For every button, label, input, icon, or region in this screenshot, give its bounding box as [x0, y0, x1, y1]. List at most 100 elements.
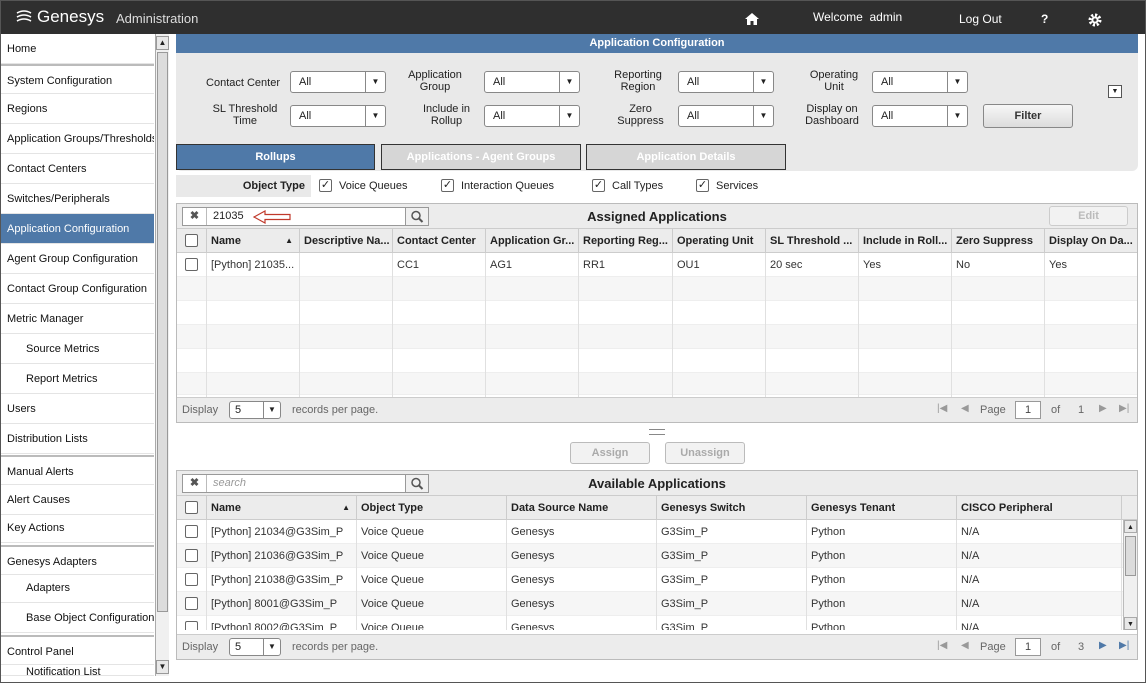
select-all-checkbox[interactable] — [177, 229, 207, 253]
logout-link[interactable]: Log Out — [959, 12, 1002, 26]
checkbox-icon[interactable] — [185, 501, 198, 514]
clear-search-icon[interactable]: ✖ — [183, 475, 207, 492]
checkbox-icon[interactable] — [185, 234, 198, 247]
records-per-page-select[interactable]: 5 ▼ — [229, 401, 281, 419]
column-header-data-source[interactable]: Data Source Name — [507, 496, 657, 520]
tab-applications-agent-groups[interactable]: Applications - Agent Groups — [381, 144, 581, 170]
sidebar-item-adapters[interactable]: Adapters — [1, 573, 154, 603]
unassign-button[interactable]: Unassign — [665, 442, 745, 464]
previous-page-icon[interactable]: ◀ — [961, 640, 969, 651]
clear-search-icon[interactable]: ✖ — [183, 208, 207, 225]
sidebar-item-contact-group-configuration[interactable]: Contact Group Configuration — [1, 274, 154, 304]
gear-icon[interactable] — [1087, 12, 1103, 28]
page-number-input[interactable]: 1 — [1015, 638, 1041, 656]
checkbox-icon[interactable] — [185, 525, 198, 538]
scroll-down-icon[interactable]: ▼ — [156, 660, 169, 674]
operating-unit-select[interactable]: All ▼ — [872, 71, 968, 93]
sidebar-item-system-configuration[interactable]: System Configuration — [1, 64, 154, 94]
scroll-up-icon[interactable]: ▲ — [1124, 520, 1137, 533]
checkbox-checked-icon[interactable]: ✓ — [319, 179, 332, 192]
column-header-sl-threshold[interactable]: SL Threshold ... — [766, 229, 859, 253]
table-row[interactable]: [Python] 8002@G3Sim_P Voice Queue Genesy… — [177, 616, 1137, 630]
column-header-name[interactable]: Name ▲ — [207, 496, 357, 520]
records-per-page-select[interactable]: 5 ▼ — [229, 638, 281, 656]
checkbox-checked-icon[interactable]: ✓ — [441, 179, 454, 192]
sidebar-item-contact-centers[interactable]: Contact Centers — [1, 154, 154, 184]
column-header-include-rollup[interactable]: Include in Roll... — [859, 229, 952, 253]
next-page-icon[interactable]: ▶ — [1099, 640, 1107, 651]
first-page-icon[interactable]: |◀ — [937, 403, 947, 414]
sidebar-item-notification-list[interactable]: Notification List — [1, 661, 154, 676]
checkbox-icon[interactable] — [185, 597, 198, 610]
row-checkbox[interactable] — [177, 253, 207, 277]
column-header-contact-center[interactable]: Contact Center — [393, 229, 486, 253]
sidebar-item-home[interactable]: Home — [1, 34, 154, 64]
assigned-search-input[interactable]: ✖ 21035 — [182, 207, 429, 226]
row-checkbox[interactable] — [177, 592, 207, 616]
column-header-name[interactable]: Name ▲ — [207, 229, 300, 253]
sidebar-item-manual-alerts[interactable]: Manual Alerts — [1, 455, 154, 485]
column-header-genesys-tenant[interactable]: Genesys Tenant — [807, 496, 957, 520]
sidebar-item-report-metrics[interactable]: Report Metrics — [1, 364, 154, 394]
column-header-descriptive-name[interactable]: Descriptive Na... — [300, 229, 393, 253]
include-rollup-select[interactable]: All ▼ — [484, 105, 580, 127]
assign-button[interactable]: Assign — [570, 442, 650, 464]
column-header-application-group[interactable]: Application Gr... — [486, 229, 579, 253]
checkbox-icon[interactable] — [185, 573, 198, 586]
zero-suppress-select[interactable]: All ▼ — [678, 105, 774, 127]
sidebar-item-application-configuration[interactable]: Application Configuration — [1, 214, 154, 244]
table-row[interactable]: [Python] 21036@G3Sim_P Voice Queue Genes… — [177, 544, 1137, 568]
column-header-zero-suppress[interactable]: Zero Suppress — [952, 229, 1045, 253]
sidebar-item-regions[interactable]: Regions — [1, 94, 154, 124]
select-all-checkbox[interactable] — [177, 496, 207, 520]
previous-page-icon[interactable]: ◀ — [961, 403, 969, 414]
scroll-thumb[interactable] — [157, 52, 168, 612]
table-row[interactable]: [Python] 8001@G3Sim_P Voice Queue Genesy… — [177, 592, 1137, 616]
table-row[interactable]: [Python] 21034@G3Sim_P Voice Queue Genes… — [177, 520, 1137, 544]
column-header-genesys-switch[interactable]: Genesys Switch — [657, 496, 807, 520]
scroll-down-icon[interactable]: ▼ — [1124, 617, 1137, 630]
help-button[interactable]: ? — [1041, 12, 1048, 26]
available-search-input[interactable]: ✖ search — [182, 474, 429, 493]
panel-splitter-handle[interactable] — [649, 429, 665, 435]
column-header-reporting-region[interactable]: Reporting Reg... — [579, 229, 673, 253]
checkbox-icon[interactable] — [185, 621, 198, 630]
sidebar-item-genesys-adapters[interactable]: Genesys Adapters — [1, 545, 154, 575]
checkbox-icon[interactable] — [185, 549, 198, 562]
sidebar-scrollbar[interactable]: ▲ ▼ — [155, 34, 169, 676]
sidebar-item-application-groups[interactable]: Application Groups/Thresholds — [1, 124, 154, 154]
home-icon[interactable] — [744, 12, 760, 26]
call-types-checkbox[interactable]: ✓ Call Types — [592, 179, 663, 192]
display-dashboard-select[interactable]: All ▼ — [872, 105, 968, 127]
sl-threshold-select[interactable]: All ▼ — [290, 105, 386, 127]
reporting-region-select[interactable]: All ▼ — [678, 71, 774, 93]
last-page-icon[interactable]: ▶| — [1119, 403, 1129, 414]
column-header-cisco-peripheral[interactable]: CISCO Peripheral — [957, 496, 1122, 520]
filter-button[interactable]: Filter — [983, 104, 1073, 128]
checkbox-checked-icon[interactable]: ✓ — [696, 179, 709, 192]
collapse-filters-button[interactable]: ▼ — [1108, 85, 1122, 98]
table-row[interactable]: [Python] 21038@G3Sim_P Voice Queue Genes… — [177, 568, 1137, 592]
row-checkbox[interactable] — [177, 568, 207, 592]
search-icon[interactable] — [405, 207, 429, 226]
row-checkbox[interactable] — [177, 520, 207, 544]
page-number-input[interactable]: 1 — [1015, 401, 1041, 419]
column-header-operating-unit[interactable]: Operating Unit — [673, 229, 766, 253]
sidebar-item-users[interactable]: Users — [1, 394, 154, 424]
available-scrollbar[interactable]: ▲ ▼ — [1123, 520, 1137, 630]
checkbox-icon[interactable] — [185, 258, 198, 271]
column-header-object-type[interactable]: Object Type — [357, 496, 507, 520]
sidebar-item-distribution-lists[interactable]: Distribution Lists — [1, 424, 154, 454]
checkbox-checked-icon[interactable]: ✓ — [592, 179, 605, 192]
tab-application-details[interactable]: Application Details — [586, 144, 786, 170]
table-row[interactable]: [Python] 21035... CC1 AG1 RR1 OU1 20 sec… — [177, 253, 1137, 277]
search-icon[interactable] — [405, 474, 429, 493]
row-checkbox[interactable] — [177, 544, 207, 568]
tab-rollups[interactable]: Rollups — [176, 144, 375, 170]
scroll-up-icon[interactable]: ▲ — [156, 36, 169, 50]
sidebar-item-alert-causes[interactable]: Alert Causes — [1, 485, 154, 515]
application-group-select[interactable]: All ▼ — [484, 71, 580, 93]
sidebar-item-base-object-configuration[interactable]: Base Object Configuration — [1, 603, 154, 633]
voice-queues-checkbox[interactable]: ✓ Voice Queues — [319, 179, 408, 192]
sidebar-item-switches[interactable]: Switches/Peripherals — [1, 184, 154, 214]
